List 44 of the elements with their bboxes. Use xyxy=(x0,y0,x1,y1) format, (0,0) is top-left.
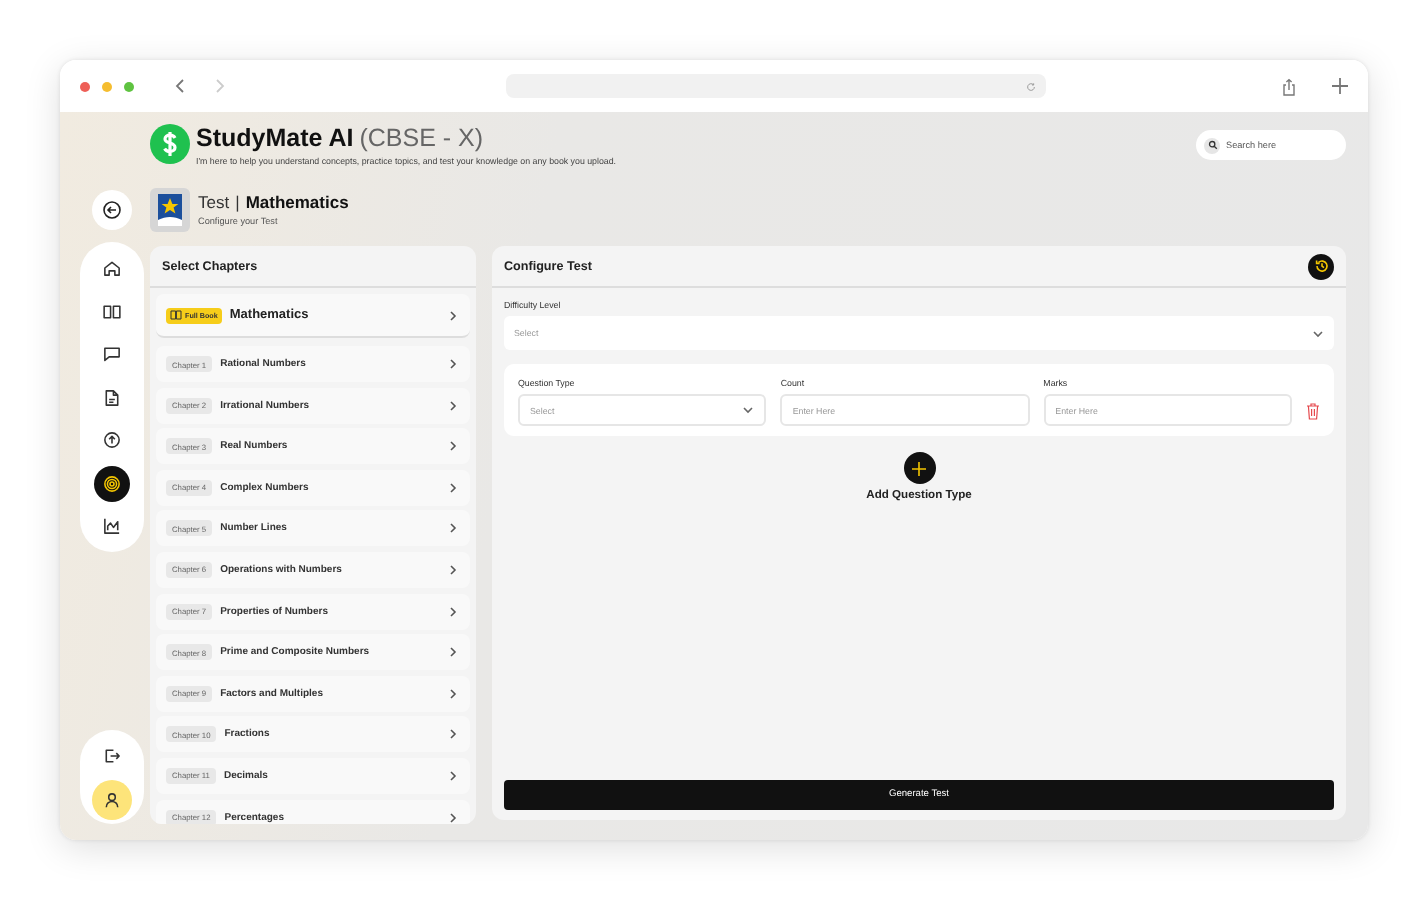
home-icon xyxy=(102,258,122,278)
open-book-icon xyxy=(170,310,182,320)
chevron-right-icon xyxy=(448,399,458,412)
chevron-right-icon xyxy=(448,358,458,370)
maximize-dot[interactable] xyxy=(124,81,134,91)
target-icon xyxy=(102,473,122,493)
chevron-right-icon xyxy=(448,811,458,824)
chevron-right-icon xyxy=(448,769,458,782)
share-icon[interactable] xyxy=(1282,77,1296,95)
chevron-right-icon xyxy=(448,687,458,700)
chevron-right-icon xyxy=(448,522,458,535)
close-dot[interactable] xyxy=(80,81,90,91)
plus-icon xyxy=(912,461,926,475)
upload-icon xyxy=(102,430,122,450)
book-cover-icon xyxy=(150,187,190,231)
plus-icon[interactable] xyxy=(1332,78,1348,94)
chevron-right-icon xyxy=(448,563,458,576)
chevron-down-icon xyxy=(1312,329,1324,337)
back-arrow-icon xyxy=(102,199,122,219)
nav-button[interactable] xyxy=(94,465,130,501)
app-title: StudyMate AI xyxy=(196,124,354,154)
dollar-logo-icon xyxy=(150,124,190,164)
title-separator: | xyxy=(235,192,240,212)
book-icon xyxy=(102,301,122,321)
chevron-right-icon xyxy=(448,481,458,494)
app-edition-label: (CBSE - X) xyxy=(359,124,484,154)
history-button[interactable] xyxy=(1308,253,1334,279)
subject-title: Mathematics xyxy=(245,192,349,212)
add-button[interactable] xyxy=(903,452,935,484)
avatar-button[interactable] xyxy=(92,780,132,820)
logout-icon xyxy=(102,745,122,765)
chevron-right-icon xyxy=(448,309,458,321)
chevron-right-icon xyxy=(448,728,458,741)
document-icon xyxy=(102,387,122,407)
chevron-right-icon xyxy=(448,605,458,618)
chat-bubble-icon xyxy=(102,344,122,364)
chevron-down-icon xyxy=(742,406,755,414)
section-title: Test xyxy=(198,192,230,212)
back-button[interactable] xyxy=(92,189,132,229)
minimize-dot[interactable] xyxy=(102,81,112,91)
user-icon xyxy=(102,790,122,810)
chevron-right-icon xyxy=(448,646,458,659)
chevron-right-icon xyxy=(448,440,458,453)
history-icon xyxy=(1313,258,1329,274)
